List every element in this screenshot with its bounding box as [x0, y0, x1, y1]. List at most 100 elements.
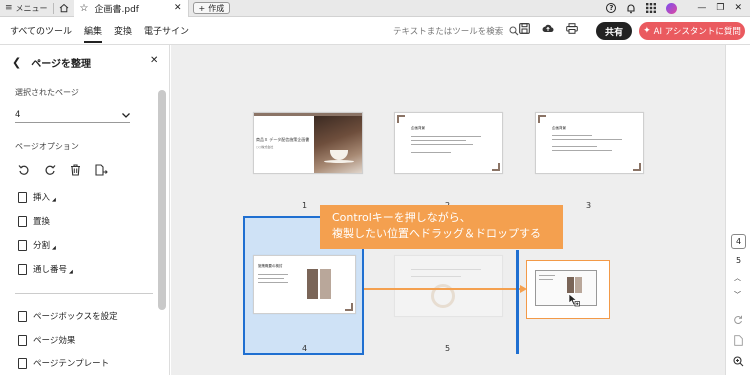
- instruction-callout: Controlキーを押しながら、 複製したい位置へドラッグ＆ドロップする: [320, 205, 563, 249]
- slide-diagram-block: [307, 269, 318, 299]
- help-icon[interactable]: ?: [606, 3, 617, 13]
- page-thumbnail-3[interactable]: 企画背景: [535, 112, 644, 174]
- restore-icon[interactable]: ❐: [716, 3, 724, 13]
- minimize-icon[interactable]: —: [697, 3, 706, 13]
- organize-pages-panel: ❮ ページを整理 ✕ 選択されたページ 4 ページオプション 挿入 ◢ 置換 分…: [0, 45, 170, 375]
- menu-label: メニュー: [15, 3, 48, 13]
- rotate-right-icon[interactable]: [44, 164, 56, 176]
- share-button[interactable]: 共有: [596, 22, 632, 40]
- bates-numbering-action[interactable]: 通し番号 ◢: [18, 263, 73, 275]
- ai-sparkle-icon: ✦: [643, 26, 651, 36]
- ai-assistant-button[interactable]: ✦ AI アシスタントに質問: [639, 22, 745, 40]
- close-icon[interactable]: ✕: [174, 3, 182, 13]
- split-page-icon: [18, 239, 27, 251]
- chevron-down-icon[interactable]: ﹀: [734, 290, 741, 300]
- apps-grid-icon[interactable]: [646, 3, 657, 13]
- slide-title: 商品Ｘ データ配信施策企画書: [256, 137, 310, 142]
- toolbar-icons: [519, 23, 578, 34]
- drag-arrow-line: [364, 288, 521, 290]
- ai-assistant-label: AI アシスタントに質問: [653, 27, 741, 37]
- chevron-up-icon[interactable]: ︿: [734, 273, 741, 283]
- delete-icon[interactable]: [70, 164, 81, 176]
- plus-icon: +: [198, 3, 206, 13]
- current-page-box[interactable]: 4: [731, 234, 746, 249]
- page-box-icon: [18, 310, 27, 322]
- home-icon: [59, 3, 68, 13]
- page-effects-label: ページ効果: [33, 336, 76, 346]
- search-box[interactable]: テキストまたはツールを検索: [393, 25, 519, 37]
- divider: [15, 293, 153, 294]
- create-button[interactable]: + 作成: [192, 2, 231, 14]
- document-tab[interactable]: ☆ 企画書.pdf ✕: [73, 0, 189, 17]
- page-number-5: 5: [445, 344, 451, 353]
- print-icon[interactable]: [566, 23, 578, 34]
- drop-insertion-line: [516, 250, 519, 354]
- slide-text-line: [258, 282, 288, 283]
- page-thumbnail-1[interactable]: 商品Ｘ データ配信施策企画書 ○○株式会社: [253, 112, 363, 174]
- slide-text-line: [552, 146, 597, 147]
- slide-corner: [397, 115, 405, 123]
- menu-esign[interactable]: 電子サイン: [144, 18, 189, 43]
- avatar[interactable]: [666, 2, 678, 14]
- search-input[interactable]: テキストまたはツールを検索: [393, 25, 503, 37]
- hamburger-icon: ≡: [5, 3, 13, 13]
- page-thumbnails-canvas: 商品Ｘ データ配信施策企画書 ○○株式会社 1 企画背景 2 企画背景 3 施策…: [171, 45, 725, 375]
- page-info-icon[interactable]: [734, 335, 743, 346]
- set-page-box-action[interactable]: ページボックスを設定: [18, 310, 118, 322]
- menu-button[interactable]: ≡ メニュー: [0, 0, 53, 17]
- insert-action[interactable]: 挿入 ◢: [18, 191, 56, 203]
- slide-corner: [633, 163, 641, 171]
- close-icon[interactable]: ✕: [150, 55, 158, 66]
- cup-shape: [330, 150, 348, 160]
- menu-all-tools[interactable]: すべてのツール: [10, 18, 72, 43]
- page-thumbnail-4[interactable]: 施策概要の検討: [253, 255, 356, 314]
- selected-pages-select[interactable]: 4: [15, 108, 130, 123]
- selected-pages-label: 選択されたページ: [15, 88, 79, 97]
- replace-action[interactable]: 置換: [18, 215, 50, 227]
- page-template-action[interactable]: ページテンプレート: [18, 357, 109, 369]
- refresh-icon[interactable]: [733, 315, 743, 325]
- menu-edit[interactable]: 編集: [84, 18, 103, 43]
- slide-text-line: [258, 274, 288, 275]
- page-number-3: 3: [586, 201, 592, 210]
- page-thumbnail-2[interactable]: 企画背景: [394, 112, 503, 174]
- title-bar: ≡ メニュー ☆ 企画書.pdf ✕ + 作成 ? — ❐ ✕: [0, 0, 750, 17]
- menu-bar: すべてのツール 編集 変換 電子サイン テキストまたはツールを検索 共有 ✦ A…: [0, 17, 750, 45]
- back-chevron-icon[interactable]: ❮: [12, 56, 21, 69]
- slide-text-line: [411, 144, 473, 145]
- extract-page-icon[interactable]: [95, 164, 108, 176]
- page-effects-action[interactable]: ページ効果: [18, 334, 75, 346]
- split-action[interactable]: 分割 ◢: [18, 239, 56, 251]
- page-effects-icon: [18, 334, 27, 346]
- rotate-left-icon[interactable]: [18, 164, 30, 176]
- page-thumbnail-5[interactable]: [394, 255, 503, 317]
- numbering-icon: [18, 263, 27, 275]
- slide-diagram-block: [320, 269, 331, 299]
- zoom-in-icon[interactable]: [733, 356, 744, 367]
- slide-heading: 企画背景: [411, 126, 425, 130]
- slide-text-line: [411, 152, 451, 153]
- save-icon[interactable]: [519, 23, 530, 34]
- upload-icon[interactable]: [542, 23, 554, 34]
- create-label: 作成: [208, 3, 225, 13]
- submenu-caret-icon: ◢: [69, 269, 73, 275]
- bell-icon[interactable]: [626, 3, 636, 14]
- panel-title: ページを整理: [31, 59, 92, 70]
- replace-label: 置換: [33, 217, 51, 227]
- menu-convert[interactable]: 変換: [114, 18, 132, 43]
- star-icon[interactable]: ☆: [80, 3, 89, 14]
- slide-text-line: [539, 275, 555, 276]
- slide-text-line: [552, 150, 612, 151]
- right-navigation-rail: 4 5 ︿ ﹀: [725, 45, 750, 375]
- slide-corner: [345, 303, 353, 311]
- panel-scrollbar[interactable]: [158, 90, 166, 310]
- callout-line-2: 複製したい位置へドラッグ＆ドロップする: [332, 227, 541, 240]
- window-close-icon[interactable]: ✕: [734, 3, 742, 13]
- insert-page-icon: [18, 191, 27, 203]
- home-button[interactable]: [54, 0, 74, 17]
- page-template-label: ページテンプレート: [33, 359, 110, 369]
- search-icon: [509, 26, 519, 36]
- next-page-number: 5: [736, 256, 742, 265]
- slide-text-line: [411, 136, 481, 137]
- slide-corner: [538, 115, 546, 123]
